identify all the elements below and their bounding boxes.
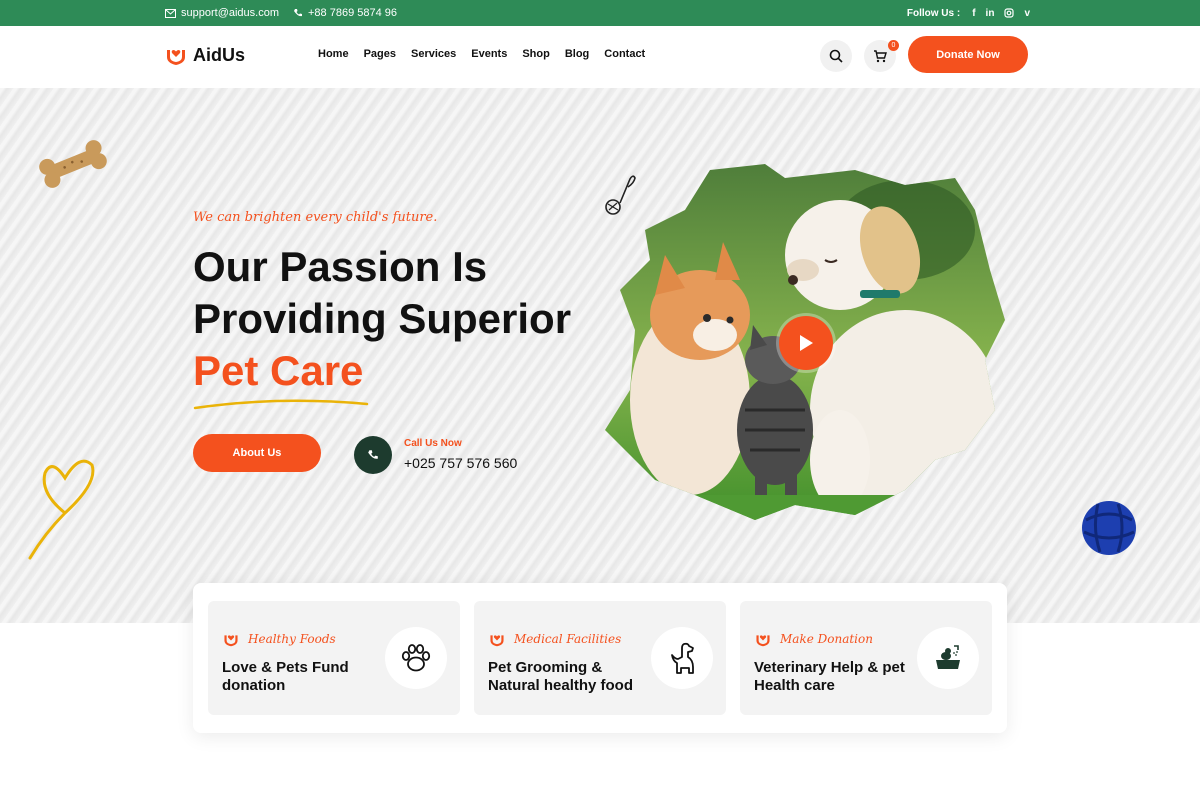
yarn-ball-decoration bbox=[1082, 501, 1136, 555]
nav-item-contact[interactable]: Contact bbox=[604, 48, 645, 60]
paw-icon bbox=[401, 644, 431, 672]
feature-title: Pet Grooming & Natural healthy food bbox=[488, 659, 634, 694]
call-label: Call Us Now bbox=[404, 438, 462, 449]
nav-item-home[interactable]: Home bbox=[318, 48, 349, 60]
feature-icon-circle bbox=[651, 627, 713, 689]
donate-now-button[interactable]: Donate Now bbox=[908, 36, 1028, 73]
call-button[interactable] bbox=[354, 436, 392, 474]
features-panel: Healthy Foods Love & Pets Fund donation … bbox=[193, 583, 1007, 733]
hero-headline-line-1: Our Passion Is bbox=[193, 243, 488, 290]
phone-link[interactable]: +88 7869 5874 96 bbox=[293, 0, 397, 26]
feature-subtitle-text: Healthy Foods bbox=[248, 632, 336, 646]
feature-title: Love & Pets Fund donation bbox=[222, 659, 349, 694]
instagram-icon[interactable] bbox=[1004, 8, 1015, 18]
dog-icon bbox=[671, 642, 694, 674]
nav-item-services[interactable]: Services bbox=[411, 48, 456, 60]
call-number[interactable]: +025 757 576 560 bbox=[404, 455, 517, 471]
pet-bath-icon bbox=[936, 645, 960, 669]
main-header: AidUs Home Pages Services Events Shop Bl… bbox=[0, 26, 1200, 88]
cart-icon bbox=[874, 49, 887, 62]
feature-subtitle: Medical Facilities bbox=[488, 631, 621, 647]
logo[interactable]: AidUs bbox=[165, 44, 245, 66]
follow-label: Follow Us : bbox=[906, 7, 961, 19]
phone-icon bbox=[368, 450, 378, 459]
phone-text: +88 7869 5874 96 bbox=[308, 7, 398, 19]
hero-headline-highlight: Pet Care bbox=[193, 347, 364, 394]
feature-card[interactable]: Make Donation Veterinary Help & pet Heal… bbox=[740, 601, 992, 715]
headline-underline bbox=[193, 399, 369, 410]
hands-heart-icon bbox=[490, 635, 504, 647]
hero-headline-line-2: Providing Superior bbox=[193, 295, 572, 342]
email-link[interactable]: support@aidus.com bbox=[165, 0, 279, 26]
play-icon bbox=[800, 335, 813, 351]
social-links: Follow Us : f in v bbox=[907, 0, 1030, 26]
logo-icon bbox=[167, 50, 185, 65]
feature-card[interactable]: Healthy Foods Love & Pets Fund donation bbox=[208, 601, 460, 715]
hands-heart-icon bbox=[224, 635, 238, 647]
nav-item-blog[interactable]: Blog bbox=[565, 48, 589, 60]
mail-icon bbox=[165, 8, 176, 18]
search-icon bbox=[829, 49, 843, 63]
feature-subtitle: Healthy Foods bbox=[222, 631, 336, 647]
main-nav: Home Pages Services Events Shop Blog Con… bbox=[318, 48, 645, 60]
feature-icon-circle bbox=[385, 627, 447, 689]
logo-text: AidUs bbox=[193, 44, 246, 65]
facebook-icon[interactable]: f bbox=[972, 8, 975, 19]
heart-ribbon-decoration bbox=[28, 459, 95, 560]
top-bar: support@aidus.com +88 7869 5874 96 Follo… bbox=[0, 0, 1200, 26]
feature-subtitle-text: Make Donation bbox=[780, 632, 873, 646]
feature-title: Veterinary Help & pet Health care bbox=[754, 659, 905, 694]
nav-item-pages[interactable]: Pages bbox=[364, 48, 396, 60]
feature-subtitle: Make Donation bbox=[754, 631, 873, 647]
hero-section: We can brighten every child's future. Ou… bbox=[0, 88, 1200, 623]
feature-icon-circle bbox=[917, 627, 979, 689]
search-button[interactable] bbox=[820, 40, 852, 72]
feature-card[interactable]: Medical Facilities Pet Grooming & Natura… bbox=[474, 601, 726, 715]
phone-icon bbox=[294, 9, 302, 17]
play-video-button[interactable] bbox=[779, 316, 833, 370]
feature-subtitle-text: Medical Facilities bbox=[514, 632, 622, 646]
email-text: support@aidus.com bbox=[181, 7, 279, 19]
cart-count-badge: 0 bbox=[888, 40, 899, 51]
about-us-button[interactable]: About Us bbox=[193, 434, 321, 472]
dog-bone-decoration bbox=[39, 140, 107, 188]
hero-tagline: We can brighten every child's future. bbox=[193, 210, 438, 225]
nav-item-shop[interactable]: Shop bbox=[522, 48, 550, 60]
hands-heart-icon bbox=[756, 635, 770, 647]
vimeo-icon[interactable]: v bbox=[1024, 8, 1030, 19]
linkedin-icon[interactable]: in bbox=[986, 8, 995, 19]
nav-item-events[interactable]: Events bbox=[471, 48, 507, 60]
